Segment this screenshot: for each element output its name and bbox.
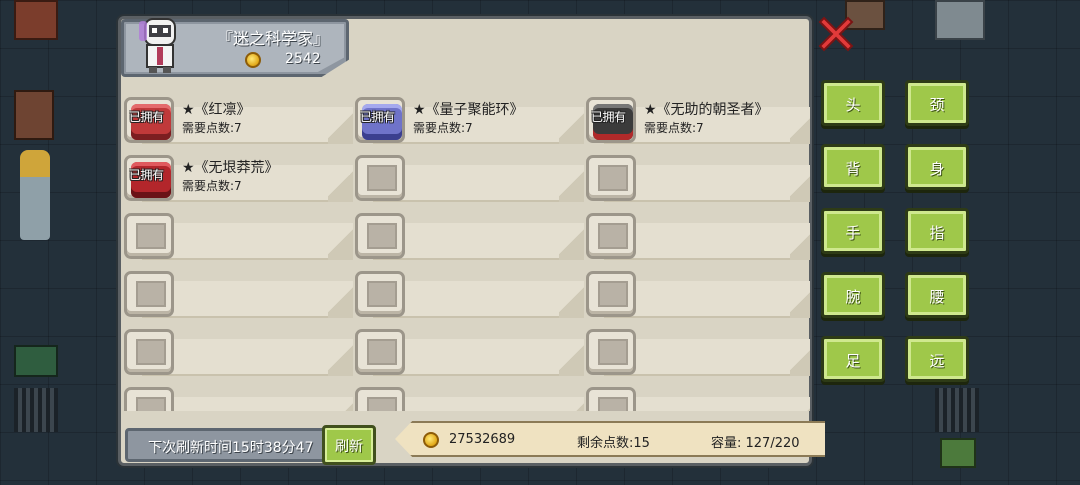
empty-slot[interactable]	[355, 327, 584, 377]
category-label: 远	[929, 352, 945, 370]
item-cost: 需要点数:7	[182, 121, 242, 135]
capacity: 容量: 127/220	[711, 436, 800, 451]
bg-vent-right	[935, 388, 979, 432]
refresh-timer-text: 下次刷新时间15时38分47	[148, 440, 314, 456]
category-label: 指	[929, 224, 945, 242]
close-x-icon[interactable]	[818, 16, 854, 52]
empty-slot[interactable]	[586, 153, 810, 203]
category-label: 颈	[929, 96, 945, 114]
item-icon-slot[interactable]: 已拥有	[124, 155, 174, 201]
category-body-button[interactable]: 身	[905, 144, 969, 190]
item-slot[interactable]: 已拥有 ★《红凛》 需要点数:7	[124, 95, 353, 145]
coin-icon	[423, 432, 439, 448]
category-label: 手	[845, 224, 861, 242]
category-label: 背	[845, 160, 861, 178]
bg-console	[14, 345, 58, 377]
refresh-timer-bar: 下次刷新时间15时38分47	[125, 428, 327, 462]
empty-slot[interactable]	[124, 269, 353, 319]
category-waist-button[interactable]: 腰	[905, 272, 969, 318]
empty-slot[interactable]	[355, 153, 584, 203]
shop-panel: 『迷之科学家』 2542 已拥有 ★《红凛》 需要点数:7 已拥有 ★《量子聚能…	[118, 13, 825, 466]
category-label: 头	[845, 96, 861, 114]
refresh-button-label: 刷新	[335, 439, 363, 455]
category-foot-button[interactable]: 足	[821, 336, 885, 382]
category-head-button[interactable]: 头	[821, 80, 885, 126]
bg-terminal	[940, 438, 976, 468]
category-ranged-button[interactable]: 远	[905, 336, 969, 382]
item-name: ★《量子聚能环》	[413, 102, 524, 118]
category-label: 腕	[845, 288, 861, 306]
status-ribbon: 27532689 剩余点数:15 容量: 127/220	[395, 421, 825, 457]
item-icon-slot[interactable]: 已拥有	[355, 97, 405, 143]
category-back-button[interactable]: 背	[821, 144, 885, 190]
empty-slot[interactable]	[355, 385, 584, 411]
item-slot[interactable]: 已拥有 ★《无垠莽荒》 需要点数:7	[124, 153, 353, 203]
empty-slot[interactable]	[355, 211, 584, 261]
item-cost: 需要点数:7	[644, 121, 704, 135]
item-name: ★《无垠莽荒》	[182, 160, 279, 176]
bg-chair	[14, 90, 54, 140]
refresh-button[interactable]: 刷新	[322, 425, 376, 465]
category-finger-button[interactable]: 指	[905, 208, 969, 254]
merchant-coins: 2542	[285, 51, 321, 67]
item-grid: 已拥有 ★《红凛》 需要点数:7 已拥有 ★《量子聚能环》 需要点数:7 已拥有…	[124, 83, 810, 411]
gold-amount: 27532689	[449, 432, 516, 447]
empty-slot[interactable]	[586, 327, 810, 377]
empty-slot[interactable]	[124, 327, 353, 377]
owned-badge: 已拥有	[360, 110, 395, 124]
item-icon-slot[interactable]: 已拥有	[124, 97, 174, 143]
item-cost: 需要点数:7	[413, 121, 473, 135]
item-name: ★《红凛》	[182, 102, 251, 118]
empty-slot[interactable]	[124, 385, 353, 411]
bg-machine	[935, 0, 985, 40]
remaining-points: 剩余点数:15	[577, 436, 650, 451]
category-label: 足	[845, 352, 861, 370]
owned-badge: 已拥有	[129, 110, 164, 124]
empty-slot[interactable]	[586, 211, 810, 261]
category-wrist-button[interactable]: 腕	[821, 272, 885, 318]
coin-icon	[245, 52, 261, 68]
empty-slot[interactable]	[586, 269, 810, 319]
empty-slot[interactable]	[124, 211, 353, 261]
merchant-name: 『迷之科学家』	[217, 29, 330, 48]
item-slot[interactable]: 已拥有 ★《量子聚能环》 需要点数:7	[355, 95, 584, 145]
category-neck-button[interactable]: 颈	[905, 80, 969, 126]
empty-slot[interactable]	[355, 269, 584, 319]
category-hand-button[interactable]: 手	[821, 208, 885, 254]
category-label: 身	[929, 160, 945, 178]
owned-badge: 已拥有	[591, 110, 626, 124]
item-icon-slot[interactable]: 已拥有	[586, 97, 636, 143]
item-slot[interactable]: 已拥有 ★《无助的朝圣者》 需要点数:7	[586, 95, 810, 145]
bg-plant-vase	[20, 150, 50, 240]
item-name: ★《无助的朝圣者》	[644, 102, 769, 118]
bg-chest	[14, 0, 58, 40]
category-label: 腰	[929, 288, 945, 306]
empty-slot[interactable]	[586, 385, 810, 411]
scientist-avatar-icon	[135, 13, 185, 75]
bg-vent	[14, 388, 58, 432]
owned-badge: 已拥有	[129, 168, 164, 182]
item-cost: 需要点数:7	[182, 179, 242, 193]
